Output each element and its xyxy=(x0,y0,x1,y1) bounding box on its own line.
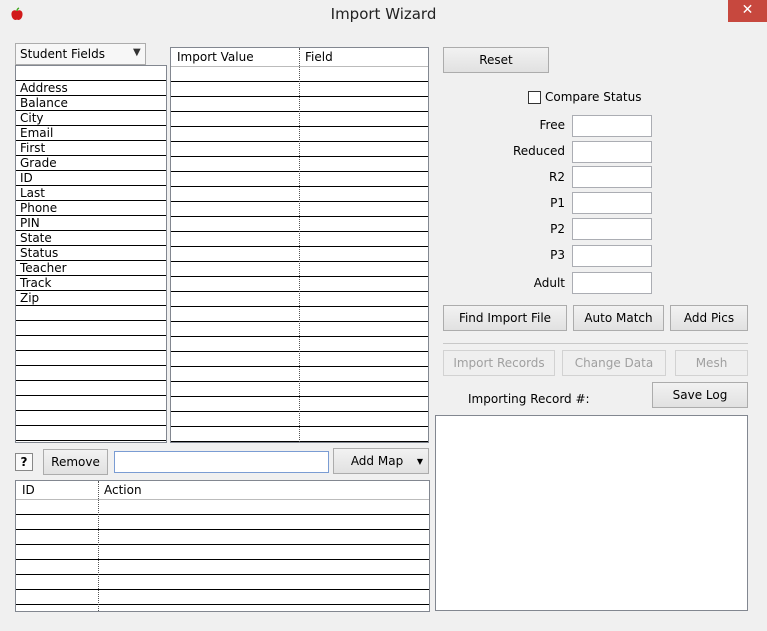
find-import-file-button[interactable]: Find Import File xyxy=(443,305,567,331)
free-field[interactable] xyxy=(572,115,652,137)
close-button[interactable]: ✕ xyxy=(728,0,767,22)
window-title: Import Wizard xyxy=(330,5,437,23)
map-search-input[interactable] xyxy=(114,451,329,473)
action-grid[interactable]: ID Action xyxy=(15,480,430,612)
list-item[interactable]: City xyxy=(20,111,160,126)
help-button[interactable]: ? xyxy=(15,453,33,471)
list-item[interactable]: State xyxy=(20,231,160,246)
add-map-button[interactable]: Add Map ▼ xyxy=(333,448,429,474)
add-pics-button[interactable]: Add Pics xyxy=(670,305,748,331)
fields-dropdown-label: Student Fields xyxy=(20,47,106,61)
list-item[interactable]: Status xyxy=(20,246,160,261)
list-item[interactable]: Zip xyxy=(20,291,160,306)
list-item[interactable]: Phone xyxy=(20,201,160,216)
list-item[interactable]: Grade xyxy=(20,156,160,171)
list-item[interactable]: Balance xyxy=(20,96,160,111)
title-bar: Import Wizard ✕ xyxy=(0,0,767,30)
free-label: Free xyxy=(539,118,565,132)
column-header-field[interactable]: Field xyxy=(305,50,333,64)
list-item[interactable]: Last xyxy=(20,186,160,201)
p2-label: P2 xyxy=(550,222,565,236)
column-divider xyxy=(299,48,300,442)
help-icon: ? xyxy=(20,455,28,469)
list-item[interactable]: Track xyxy=(20,276,160,291)
column-header-id[interactable]: ID xyxy=(22,483,35,497)
remove-button[interactable]: Remove xyxy=(43,449,108,475)
list-item[interactable]: PIN xyxy=(20,216,160,231)
action-grid-rows[interactable] xyxy=(16,500,429,612)
import-grid[interactable]: Import Value Field xyxy=(170,47,429,443)
column-header-action[interactable]: Action xyxy=(104,483,142,497)
import-records-button[interactable]: Import Records xyxy=(443,350,555,376)
reset-button[interactable]: Reset xyxy=(443,47,549,73)
adult-label: Adult xyxy=(533,276,565,290)
chevron-down-icon: ▼ xyxy=(416,457,423,466)
r2-label: R2 xyxy=(549,170,565,184)
compare-status-label: Compare Status xyxy=(545,90,642,104)
student-fields-list[interactable]: Address Balance City Email First Grade I… xyxy=(15,65,167,443)
p1-field[interactable] xyxy=(572,192,652,214)
list-item[interactable]: ID xyxy=(20,171,160,186)
fields-dropdown[interactable]: Student Fields ▼ xyxy=(15,43,146,65)
action-grid-header: ID Action xyxy=(16,481,429,500)
list-item[interactable]: Teacher xyxy=(20,261,160,276)
compare-status-checkbox[interactable] xyxy=(528,91,541,104)
p3-field[interactable] xyxy=(572,245,652,267)
list-item[interactable]: Address xyxy=(20,81,160,96)
change-data-button[interactable]: Change Data xyxy=(562,350,666,376)
import-log[interactable] xyxy=(435,415,748,611)
adult-field[interactable] xyxy=(572,272,652,294)
add-map-label: Add Map xyxy=(350,454,404,468)
chevron-down-icon: ▼ xyxy=(133,47,141,58)
importing-record-label: Importing Record #: xyxy=(468,392,590,406)
p3-label: P3 xyxy=(550,248,565,262)
p1-label: P1 xyxy=(550,196,565,210)
save-log-button[interactable]: Save Log xyxy=(652,382,748,408)
reduced-field[interactable] xyxy=(572,141,652,163)
p2-field[interactable] xyxy=(572,218,652,240)
reduced-label: Reduced xyxy=(512,144,565,158)
auto-match-button[interactable]: Auto Match xyxy=(573,305,664,331)
close-icon: ✕ xyxy=(741,2,754,18)
r2-field[interactable] xyxy=(572,166,652,188)
column-divider xyxy=(98,481,99,611)
list-item[interactable]: First xyxy=(20,141,160,156)
mesh-button[interactable]: Mesh xyxy=(675,350,748,376)
divider xyxy=(443,343,748,344)
list-item[interactable]: Email xyxy=(20,126,160,141)
column-header-import-value[interactable]: Import Value xyxy=(177,50,254,64)
